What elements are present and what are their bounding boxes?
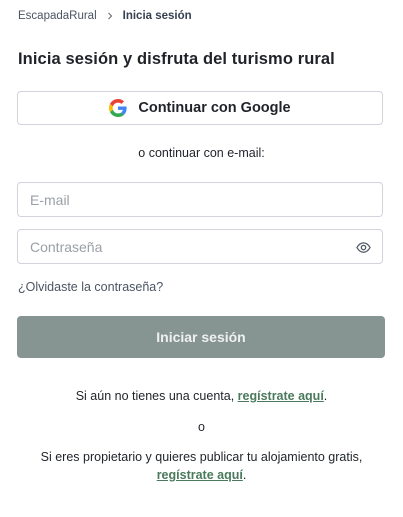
login-submit-button[interactable]: Iniciar sesión [17,316,385,358]
breadcrumb: EscapadaRural Inicia sesión [18,8,192,24]
owner-prompt-suffix: . [242,468,247,482]
breadcrumb-home-link[interactable]: EscapadaRural [18,10,97,22]
breadcrumb-current: Inicia sesión [122,10,192,22]
owner-prompt-text: Si eres propietario y quieres publicar t… [40,450,363,464]
page-title: Inicia sesión y disfruta del turismo rur… [18,50,335,68]
google-login-button[interactable]: Continuar con Google [17,91,383,125]
eye-icon[interactable] [356,240,371,255]
email-input[interactable] [18,183,382,216]
register-link[interactable]: regístrate aquí [238,389,324,403]
owner-prompt-link-line: regístrate aquí. [0,466,403,484]
email-divider-text: o continuar con e-mail: [138,146,265,160]
register-prompt: Si aún no tienes una cuenta, regístrate … [0,387,403,405]
owner-register-prompt: Si eres propietario y quieres publicar t… [0,448,403,484]
register-prompt-text: Si aún no tienes una cuenta, [75,389,238,403]
google-button-label: Continuar con Google [138,100,291,116]
password-field-container [17,229,383,264]
forgot-password-link[interactable]: ¿Olvidaste la contraseña? [18,280,163,294]
google-icon [109,99,127,117]
password-input[interactable] [18,230,382,263]
register-prompt-suffix: . [323,389,328,403]
email-field-container [17,182,383,217]
or-text: o [198,420,205,434]
owner-register-link[interactable]: regístrate aquí [157,468,243,482]
chevron-right-icon [107,12,112,20]
